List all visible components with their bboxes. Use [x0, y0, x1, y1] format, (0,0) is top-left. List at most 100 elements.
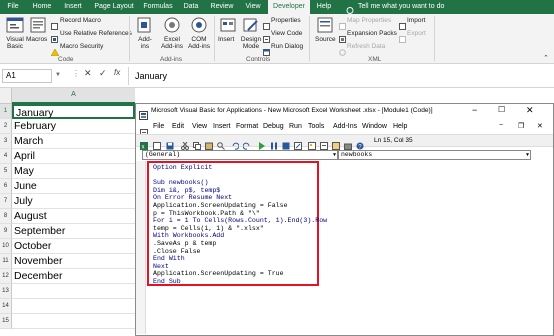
- refresh-data-button[interactable]: Refresh Data: [347, 43, 385, 50]
- row-header[interactable]: 1: [0, 104, 12, 119]
- developer-ribbon: Visual Basic Macros Record Macro Use Rela…: [0, 14, 554, 64]
- tab-formulas[interactable]: Formulas: [140, 0, 176, 14]
- procedure-dropdown-value: newbooks: [341, 151, 373, 158]
- record-macro-button[interactable]: Record Macro: [60, 17, 101, 24]
- row-header[interactable]: 12: [0, 269, 12, 284]
- view-code-button[interactable]: View Code: [271, 30, 302, 37]
- formula-input[interactable]: January: [128, 67, 554, 85]
- tab-home[interactable]: Home: [28, 0, 56, 14]
- row-header[interactable]: 7: [0, 194, 12, 209]
- cell[interactable]: March: [12, 134, 135, 149]
- visual-basic-button[interactable]: Visual Basic: [5, 36, 25, 50]
- map-properties-button[interactable]: Map Properties: [347, 17, 391, 24]
- macro-security-button[interactable]: Macro Security: [60, 43, 103, 50]
- enter-check-icon[interactable]: ✓: [99, 68, 107, 79]
- tab-developer[interactable]: Developer: [268, 0, 310, 14]
- cell[interactable]: October: [12, 239, 135, 254]
- com-addins-button[interactable]: COM Add-ins: [186, 36, 212, 50]
- run-dialog-button[interactable]: Run Dialog: [271, 43, 303, 50]
- menu-window[interactable]: Window: [362, 123, 387, 130]
- chevron-down-icon[interactable]: ▼: [333, 151, 336, 159]
- row-header[interactable]: 15: [0, 314, 12, 329]
- cell[interactable]: [12, 299, 135, 314]
- tell-me-search[interactable]: Tell me what you want to do: [358, 0, 462, 14]
- tab-help[interactable]: Help: [312, 0, 336, 14]
- menu-help[interactable]: Help: [393, 123, 407, 130]
- code-line: .SaveAs p & temp: [153, 240, 217, 247]
- excel-addins-button[interactable]: Excel Add-ins: [160, 36, 184, 50]
- cell[interactable]: December: [12, 269, 135, 284]
- cell[interactable]: May: [12, 164, 135, 179]
- design-mode-button[interactable]: Design Mode: [238, 36, 264, 50]
- menu-view[interactable]: View: [192, 123, 207, 130]
- tab-insert[interactable]: Insert: [58, 0, 88, 14]
- name-box-dropdown-icon[interactable]: ▼: [55, 72, 61, 78]
- menu-run[interactable]: Run: [289, 123, 302, 130]
- expansion-packs-button[interactable]: Expansion Packs: [347, 30, 397, 37]
- addins-button[interactable]: Add-ins: [137, 36, 153, 50]
- menu-add-ins[interactable]: Add-Ins: [333, 123, 357, 130]
- tab-review[interactable]: Review: [206, 0, 238, 14]
- menu-debug[interactable]: Debug: [263, 123, 284, 130]
- row-header[interactable]: 13: [0, 284, 12, 299]
- cancel-icon[interactable]: ✕: [84, 68, 92, 79]
- export-button[interactable]: Export: [407, 30, 426, 37]
- row-header[interactable]: 14: [0, 299, 12, 314]
- active-cell[interactable]: January: [12, 104, 135, 119]
- procedure-dropdown[interactable]: newbooks ▼: [338, 150, 531, 160]
- menu-file[interactable]: File: [153, 123, 164, 130]
- row-header[interactable]: 5: [0, 164, 12, 179]
- macros-button[interactable]: Macros: [26, 36, 47, 43]
- object-dropdown[interactable]: (General) ▼: [142, 150, 338, 160]
- tab-data[interactable]: Data: [178, 0, 204, 14]
- minimize-icon[interactable]: −: [472, 105, 477, 115]
- tab-page-layout[interactable]: Page Layout: [90, 0, 138, 14]
- child-close-icon[interactable]: ✕: [537, 122, 543, 130]
- cell[interactable]: April: [12, 149, 135, 164]
- cell[interactable]: September: [12, 224, 135, 239]
- row-header[interactable]: 4: [0, 149, 12, 164]
- code-line: End With: [153, 255, 185, 263]
- insert-control-button[interactable]: Insert: [218, 36, 234, 43]
- row-header[interactable]: 10: [0, 239, 12, 254]
- tab-file[interactable]: File: [0, 0, 26, 14]
- row-header[interactable]: 8: [0, 209, 12, 224]
- code-editor[interactable]: Option Explicit Sub newbooks() Dim i&, p$…: [136, 161, 553, 334]
- cell[interactable]: July: [12, 194, 135, 209]
- row-header[interactable]: 9: [0, 224, 12, 239]
- cell[interactable]: [12, 314, 135, 329]
- row-header[interactable]: 2: [0, 119, 12, 134]
- cell[interactable]: [12, 284, 135, 299]
- menu-tools[interactable]: Tools: [308, 123, 324, 130]
- collapse-ribbon-icon[interactable]: ⌃: [543, 54, 549, 62]
- row-header[interactable]: 6: [0, 179, 12, 194]
- child-minimize-icon[interactable]: −: [499, 122, 503, 129]
- cell[interactable]: June: [12, 179, 135, 194]
- child-restore-icon[interactable]: ❐: [518, 122, 524, 130]
- chevron-down-icon[interactable]: ▼: [526, 151, 529, 159]
- column-header-a[interactable]: A: [12, 88, 135, 104]
- row-header[interactable]: 3: [0, 134, 12, 149]
- insert-function-icon[interactable]: fx: [114, 68, 120, 77]
- object-dropdown-value: (General): [145, 151, 181, 158]
- name-box[interactable]: A1: [2, 69, 52, 83]
- import-button[interactable]: Import: [407, 17, 425, 24]
- select-all-corner[interactable]: [0, 88, 12, 104]
- worksheet-grid[interactable]: A 1 January 2 February 3 March 4 April 5 May 6 June…: [0, 88, 135, 336]
- maximize-icon[interactable]: ☐: [498, 105, 505, 114]
- menu-insert[interactable]: Insert: [213, 123, 231, 130]
- cell[interactable]: November: [12, 254, 135, 269]
- margin-indicator-bar[interactable]: [136, 161, 146, 334]
- row-header[interactable]: 11: [0, 254, 12, 269]
- properties-button[interactable]: Properties: [271, 17, 301, 24]
- formula-bar: A1 ▼ ⋮ ✕ ✓ fx January: [0, 64, 554, 88]
- source-button[interactable]: Source: [315, 36, 336, 43]
- cell[interactable]: February: [12, 119, 135, 134]
- close-icon[interactable]: ✕: [526, 105, 534, 116]
- menu-format[interactable]: Format: [236, 123, 258, 130]
- tab-view[interactable]: View: [240, 0, 266, 14]
- use-relative-references-button[interactable]: Use Relative References: [60, 30, 132, 37]
- cell[interactable]: August: [12, 209, 135, 224]
- ribbon-separator: [129, 16, 130, 61]
- menu-edit[interactable]: Edit: [172, 123, 184, 130]
